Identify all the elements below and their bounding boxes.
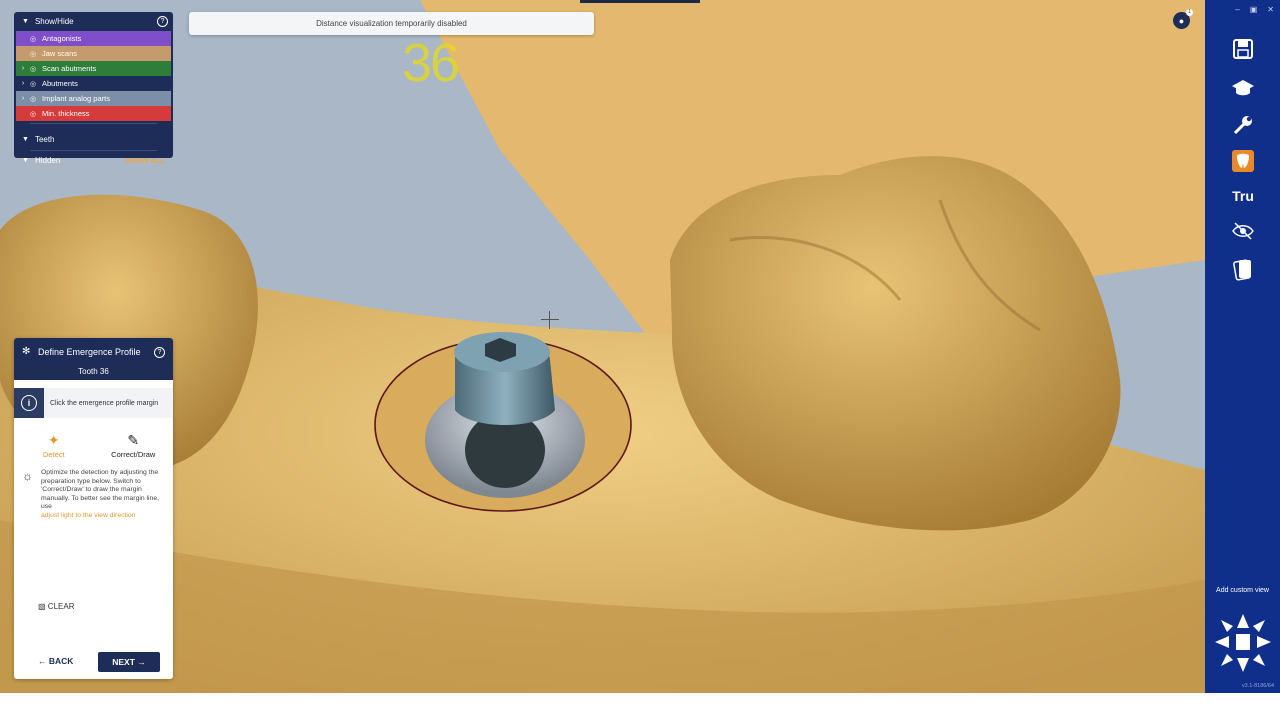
adjust-light-link[interactable]: adjust light to the view direction xyxy=(41,512,165,521)
show-hide-panel: ▼ Show/Hide ? ◎ Antagonists ◎ Jaw scans › ◎ Sc… xyxy=(14,12,173,165)
layer-row[interactable]: ◎ Min. thickness xyxy=(16,106,171,121)
arrow-right-icon: → xyxy=(137,657,146,667)
tip-body: Optimize the detection by adjusting the … xyxy=(41,469,160,510)
close-icon[interactable]: ✕ xyxy=(1267,5,1274,14)
chevron-down-icon: ▼ xyxy=(22,18,29,25)
panel-subtitle: Tooth 36 xyxy=(78,367,109,376)
instruction-text: Click the emergence profile margin xyxy=(50,399,159,407)
hidden-section[interactable]: ▼ Hidden SHOW ALL xyxy=(14,151,173,169)
hidden-label: Hidden xyxy=(34,155,61,165)
layer-row[interactable]: ◎ Jaw scans xyxy=(16,46,171,61)
graduation-cap-icon[interactable] xyxy=(1230,75,1256,101)
next-button[interactable]: NEXT → xyxy=(98,652,160,672)
layer-row[interactable]: ◎ Antagonists xyxy=(16,31,171,46)
instruction-box: i Click the emergence profile margin xyxy=(14,388,173,418)
teeth-label: Teeth xyxy=(34,134,55,144)
layer-row[interactable]: › ◎ Scan abutments xyxy=(16,61,171,76)
info-icon: i xyxy=(21,395,37,411)
chevron-right-icon[interactable]: › xyxy=(16,65,30,72)
detect-mode-button[interactable]: ✦ Detect xyxy=(24,432,84,459)
right-toolbar: – ▣ ✕ Tru Add custom view v3.1-8186/64 xyxy=(1205,0,1280,693)
divider xyxy=(30,123,157,124)
help-icon[interactable]: ? xyxy=(154,347,165,358)
panel-header: ✻ Define Emergence Profile ? Tooth 36 xyxy=(14,338,173,380)
version-label: v3.1-8186/64 xyxy=(1241,683,1274,689)
layer-label: Min. thickness xyxy=(42,109,90,118)
3d-viewport[interactable]: Distance visualization temporarily disab… xyxy=(0,0,1205,693)
layer-label: Jaw scans xyxy=(42,49,78,58)
eye-icon[interactable]: ◎ xyxy=(30,110,40,118)
show-all-button[interactable]: SHOW ALL xyxy=(125,156,165,165)
eye-icon[interactable]: ◎ xyxy=(30,35,40,43)
show-hide-title: Show/Hide xyxy=(34,17,74,26)
emergence-profile-icon: ✻ xyxy=(22,346,31,357)
visibility-icon[interactable] xyxy=(1230,218,1256,244)
cards-icon[interactable] xyxy=(1230,256,1256,282)
restore-icon[interactable]: ▣ xyxy=(1250,5,1258,14)
eye-icon[interactable]: ◎ xyxy=(30,50,40,58)
chevron-right-icon[interactable]: › xyxy=(16,95,30,102)
add-custom-view-label[interactable]: Add custom view xyxy=(1205,587,1280,594)
chevron-down-icon: ▼ xyxy=(22,156,29,164)
jaw-scan-render xyxy=(0,0,1205,693)
tru-icon[interactable]: Tru xyxy=(1230,183,1256,209)
back-button[interactable]: ← BACK xyxy=(38,656,73,666)
minimize-icon[interactable]: – xyxy=(1235,5,1239,14)
eye-icon[interactable]: ◎ xyxy=(30,80,40,88)
wrench-icon[interactable] xyxy=(1230,112,1256,138)
help-icon[interactable]: ? xyxy=(157,16,168,27)
distance-notice: Distance visualization temporarily disab… xyxy=(189,12,594,35)
window-controls: – ▣ ✕ xyxy=(1235,5,1274,14)
next-label: NEXT xyxy=(112,657,135,667)
tooth-number-label: 36 xyxy=(402,33,460,93)
save-icon[interactable] xyxy=(1230,36,1256,62)
tooth-tool-icon[interactable] xyxy=(1230,148,1256,174)
layer-label: Implant analog parts xyxy=(42,94,110,103)
tip-box: ☼ Optimize the detection by adjusting th… xyxy=(14,469,173,520)
top-tab-indicator xyxy=(580,0,700,3)
pencil-icon: ✎ xyxy=(127,432,140,448)
tip-text: Optimize the detection by adjusting the … xyxy=(41,469,165,520)
clear-button[interactable]: ▧ CLEAR xyxy=(38,602,74,611)
trash-icon: ▧ xyxy=(38,602,46,611)
arrow-left-icon: ← xyxy=(38,656,47,666)
layer-label: Scan abutments xyxy=(42,64,97,73)
panel-title: Define Emergence Profile xyxy=(38,347,141,357)
detect-label: Detect xyxy=(42,450,65,459)
crosshair-cursor-icon xyxy=(541,311,559,329)
chevron-down-icon: ▼ xyxy=(22,135,29,143)
notification-bell-icon[interactable]: ● 1 xyxy=(1173,9,1193,29)
clear-label: CLEAR xyxy=(47,602,75,611)
chevron-right-icon[interactable]: › xyxy=(16,80,30,87)
layer-row[interactable]: › ◎ Implant analog parts xyxy=(16,91,171,106)
lightbulb-icon: ☼ xyxy=(22,469,33,483)
show-hide-header[interactable]: ▼ Show/Hide ? xyxy=(14,12,173,31)
correct-draw-label: Correct/Draw xyxy=(111,450,156,459)
layer-row[interactable]: › ◎ Abutments xyxy=(16,76,171,91)
teeth-section[interactable]: ▼ Teeth xyxy=(14,130,173,148)
define-emergence-panel: ✻ Define Emergence Profile ? Tooth 36 i … xyxy=(14,338,173,679)
layer-label: Abutments xyxy=(42,79,78,88)
view-cube-icon[interactable] xyxy=(1213,612,1273,674)
magic-wand-icon: ✦ xyxy=(47,432,60,448)
back-label: BACK xyxy=(48,656,74,666)
correct-draw-mode-button[interactable]: ✎ Correct/Draw xyxy=(103,432,163,459)
mode-selector: ✦ Detect ✎ Correct/Draw xyxy=(14,432,173,459)
eye-icon[interactable]: ◎ xyxy=(30,65,40,73)
layer-label: Antagonists xyxy=(42,34,82,43)
eye-icon[interactable]: ◎ xyxy=(30,95,40,103)
bottom-strip xyxy=(0,693,1280,720)
notification-badge: 1 xyxy=(1186,9,1193,16)
info-icon-box: i xyxy=(14,388,44,418)
